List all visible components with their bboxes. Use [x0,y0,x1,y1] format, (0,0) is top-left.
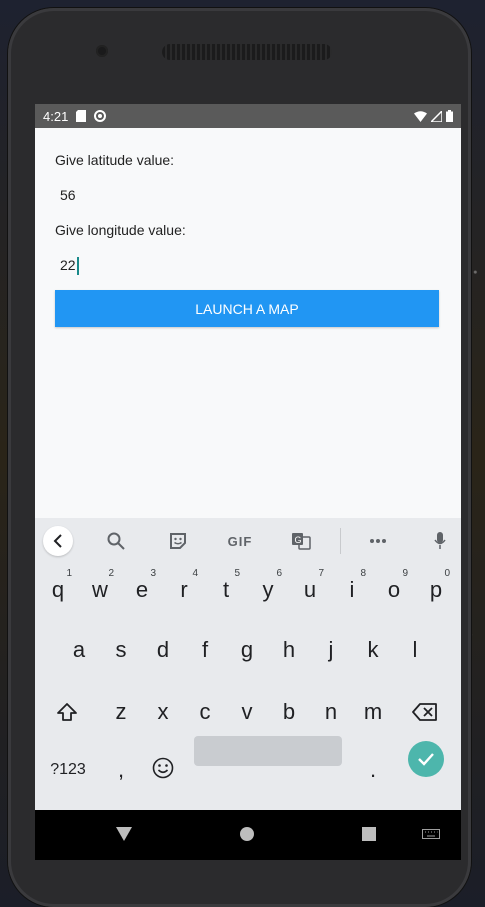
mic-icon[interactable] [427,526,453,556]
toolbar-divider [340,528,341,554]
key-l[interactable]: l [397,630,433,670]
period-key[interactable]: . [355,750,391,790]
key-y[interactable]: y6 [250,568,286,610]
backspace-key[interactable] [407,692,443,732]
longitude-input-value: 22 [60,257,76,273]
key-m[interactable]: m [355,692,391,732]
key-hint: 7 [318,568,324,579]
key-hint: 0 [444,568,450,579]
back-icon [43,526,73,556]
symbols-key[interactable]: ?123 [43,750,93,790]
search-icon[interactable] [103,526,129,556]
front-camera [96,45,108,57]
key-n[interactable]: n [313,692,349,732]
key-w[interactable]: w2 [82,568,118,610]
key-f[interactable]: f [187,630,223,670]
key-o[interactable]: o9 [376,568,412,610]
key-z[interactable]: z [103,692,139,732]
latitude-label: Give latitude value: [55,152,175,168]
key-x[interactable]: x [145,692,181,732]
wifi-icon [414,110,427,122]
key-g[interactable]: g [229,630,265,670]
key-hint: 2 [108,568,114,579]
space-bar[interactable] [194,736,342,766]
text-caret [76,257,79,276]
signal-icon [431,110,442,122]
key-v[interactable]: v [229,692,265,732]
key-hint: 3 [150,568,156,579]
nav-back-icon [116,827,132,841]
keyboard-toolbar: GIF G [35,518,461,564]
backspace-icon [412,703,437,721]
key-d[interactable]: d [145,630,181,670]
nav-recents-button[interactable] [361,826,377,842]
gif-icon[interactable]: GIF [223,526,257,556]
nav-home-button[interactable] [239,826,255,842]
key-r[interactable]: r4 [166,568,202,610]
key-i[interactable]: i8 [334,568,370,610]
sync-icon [94,110,107,122]
key-hint: 5 [234,568,240,579]
navigation-bar [35,810,461,860]
longitude-input[interactable]: 22 [60,257,79,276]
comma-key[interactable]: , [103,750,139,790]
nav-home-icon [240,827,254,841]
nav-back-button[interactable] [115,826,133,842]
key-p[interactable]: p0 [418,568,454,610]
phone-screen: 4:21 Give latitude value: 56 Give longit… [35,104,461,860]
enter-key[interactable] [408,741,444,777]
sd-card-icon [76,110,87,122]
translate-icon[interactable]: G [288,526,314,556]
svg-text:G: G [295,535,302,545]
key-t[interactable]: t5 [208,568,244,610]
battery-icon [446,110,453,122]
key-c[interactable]: c [187,692,223,732]
sticker-icon[interactable] [165,526,191,556]
longitude-label: Give longitude value: [55,222,186,238]
key-a[interactable]: a [61,630,97,670]
status-bar: 4:21 [35,104,461,128]
emoji-key[interactable] [145,748,181,788]
toolbar-back-button[interactable] [43,526,73,556]
latitude-input[interactable]: 56 [60,187,76,203]
checkmark-icon [418,753,434,766]
shift-icon [57,703,77,721]
more-icon[interactable] [365,526,391,556]
key-k[interactable]: k [355,630,391,670]
key-hint: 9 [402,568,408,579]
key-s[interactable]: s [103,630,139,670]
key-e[interactable]: e3 [124,568,160,610]
shift-key[interactable] [49,692,85,732]
nav-recents-icon [362,827,376,841]
key-hint: 8 [360,568,366,579]
soft-keyboard: GIF G q1 w2 e3 r4 t5 y6 u7 i 8 o 9 p 0 a… [35,518,461,810]
keyboard-switch-button[interactable] [422,829,440,839]
keyboard-icon [422,829,440,839]
key-hint: 6 [276,568,282,579]
launch-map-button[interactable]: LAUNCH A MAP [55,290,439,327]
key-hint: 1 [66,568,72,579]
key-h[interactable]: h [271,630,307,670]
status-time: 4:21 [43,108,69,124]
key-j[interactable]: j [313,630,349,670]
earpiece-speaker [162,44,332,60]
emoji-icon [152,757,174,779]
key-b[interactable]: b [271,692,307,732]
phone-frame: 4:21 Give latitude value: 56 Give longit… [8,8,471,907]
key-hint: 4 [192,568,198,579]
key-u[interactable]: u7 [292,568,328,610]
key-q[interactable]: q1 [40,568,76,610]
